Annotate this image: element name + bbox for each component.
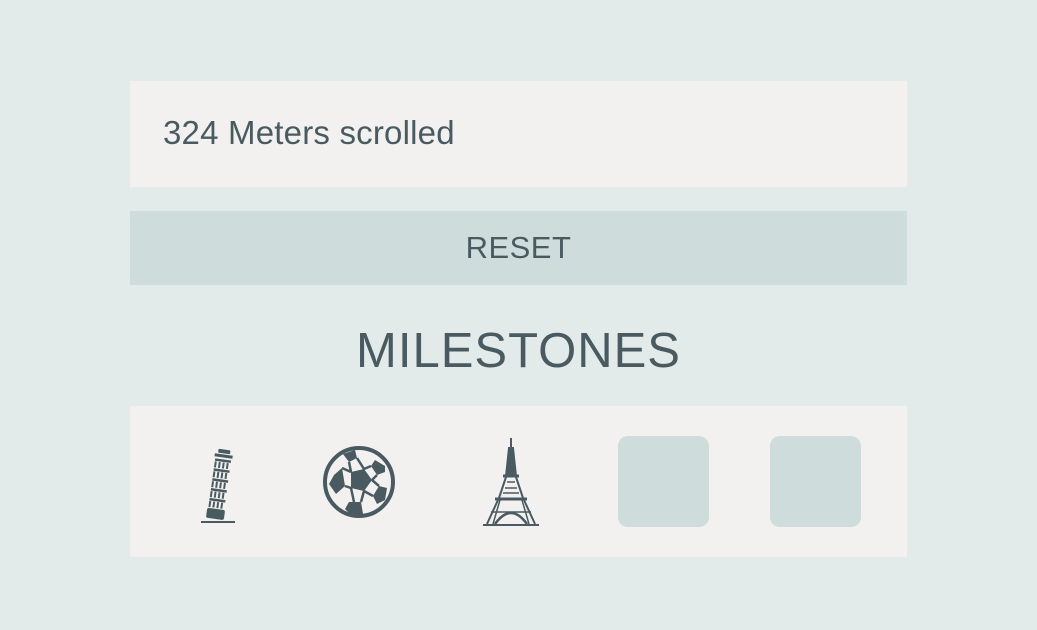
eiffel-tower-icon bbox=[482, 437, 539, 526]
scroll-counter-box: 324 Meters scrolled bbox=[130, 81, 907, 187]
milestone-soccer bbox=[313, 436, 404, 527]
soccer-ball-icon bbox=[322, 445, 395, 518]
milestones-panel bbox=[130, 406, 907, 557]
milestone-eiffel bbox=[465, 436, 556, 527]
milestones-title: MILESTONES bbox=[356, 324, 681, 378]
milestone-locked-placeholder bbox=[770, 436, 861, 527]
milestone-locked-placeholder bbox=[618, 436, 709, 527]
milestone-pisa bbox=[160, 436, 251, 527]
scroll-counter-text: 324 Meters scrolled bbox=[163, 114, 455, 151]
leaning-tower-of-pisa-icon bbox=[200, 448, 235, 523]
reset-button[interactable]: RESET bbox=[130, 211, 907, 285]
